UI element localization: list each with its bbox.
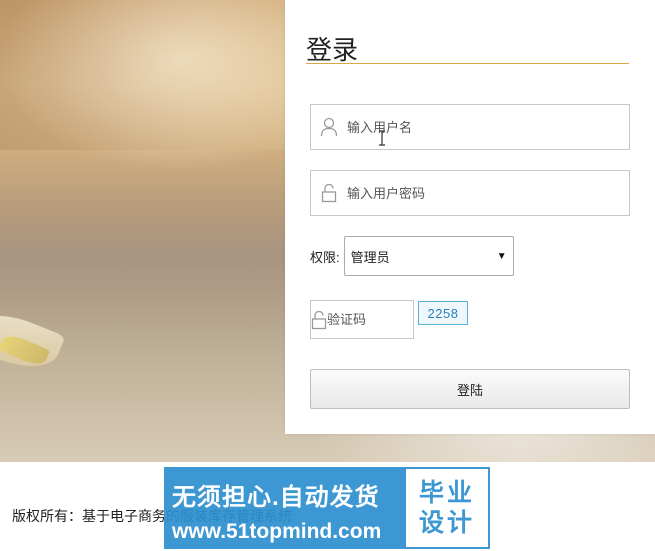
password-field[interactable] <box>310 170 630 216</box>
username-input[interactable] <box>347 105 629 149</box>
chevron-down-icon: ▼ <box>496 250 507 262</box>
captcha-field[interactable] <box>310 300 503 339</box>
watermark-url: www.51topmind.com <box>172 520 382 543</box>
login-page: 登录 权限: <box>0 0 655 551</box>
text-cursor-icon <box>379 130 385 146</box>
watermark-slogan: 无须担心.自动发货 <box>172 484 380 511</box>
watermark-badge: 毕业 设计 <box>404 467 490 549</box>
background-blur <box>0 0 285 150</box>
title-underline <box>306 63 629 64</box>
login-panel: 登录 权限: <box>285 0 655 434</box>
watermark-text-block: 无须担心.自动发货 www.51topmind.com <box>164 467 404 549</box>
login-title: 登录 <box>306 35 359 65</box>
captcha-input[interactable] <box>327 301 503 338</box>
role-select[interactable]: 管理员 ▼ <box>343 236 514 276</box>
user-icon <box>311 105 347 149</box>
role-label: 权限: <box>310 249 340 265</box>
password-input[interactable] <box>347 171 629 215</box>
role-row: 权限: 管理员 ▼ <box>310 236 514 276</box>
username-field[interactable] <box>310 104 630 150</box>
watermark-badge-line2: 设计 <box>418 509 475 537</box>
role-selected-value: 管理员 <box>350 249 390 265</box>
lock-icon <box>311 171 347 215</box>
watermark-banner: 无须担心.自动发货 www.51topmind.com 毕业 设计 <box>164 467 490 549</box>
captcha-image[interactable]: 2258 <box>418 301 468 325</box>
watermark-badge-line1: 毕业 <box>418 479 475 507</box>
captcha-lock-icon <box>311 301 327 338</box>
login-button[interactable]: 登陆 <box>310 369 630 409</box>
